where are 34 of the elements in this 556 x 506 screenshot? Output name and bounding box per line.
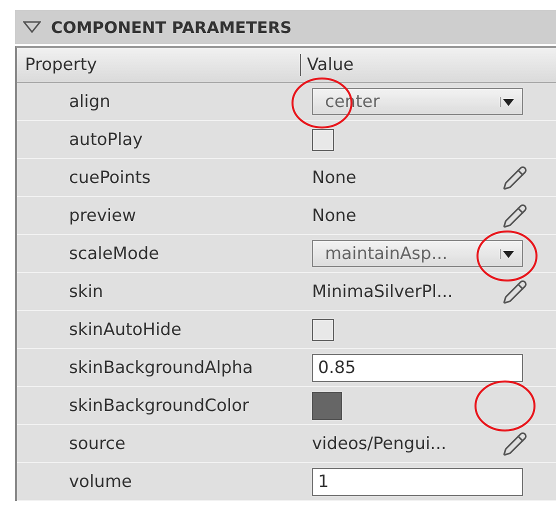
property-name: cuePoints <box>68 168 152 188</box>
pencil-icon[interactable] <box>502 278 528 304</box>
value-text: None <box>312 206 356 226</box>
panel-header[interactable]: COMPONENT PARAMETERS <box>15 10 556 44</box>
property-name: volume <box>68 472 133 492</box>
pencil-icon[interactable] <box>502 202 528 228</box>
property-name: skinBackgroundColor <box>68 396 250 416</box>
property-name: preview <box>68 206 138 226</box>
property-name: source <box>68 434 126 454</box>
property-name: skinBackgroundAlpha <box>68 358 254 378</box>
property-name: scaleMode <box>68 244 160 264</box>
dropdown[interactable]: maintainAsp... <box>312 240 523 267</box>
property-name: align <box>68 92 112 112</box>
value-text: videos/Pengui... <box>312 434 446 454</box>
pencil-icon[interactable] <box>502 164 528 190</box>
caret-icon <box>500 96 514 106</box>
property-name: skinAutoHide <box>68 320 182 340</box>
input-field[interactable]: 1 <box>312 468 523 496</box>
annotation-circle <box>474 380 536 432</box>
color-swatch[interactable] <box>312 392 342 420</box>
collapse-triangle-icon <box>23 21 41 33</box>
value-text: None <box>312 168 356 188</box>
checkbox[interactable] <box>312 128 334 150</box>
annotation-circle <box>476 230 538 282</box>
property-name: skin <box>68 282 104 302</box>
value-text: MinimaSilverPl... <box>312 282 453 302</box>
panel-title: COMPONENT PARAMETERS <box>51 18 292 36</box>
caret-icon <box>500 248 514 258</box>
property-name: autoPlay <box>68 130 144 150</box>
column-header: Value <box>300 54 556 76</box>
input-field[interactable]: 0.85 <box>312 354 523 382</box>
pencil-icon[interactable] <box>502 430 528 456</box>
column-header: Property <box>24 54 98 76</box>
checkbox[interactable] <box>312 318 334 340</box>
